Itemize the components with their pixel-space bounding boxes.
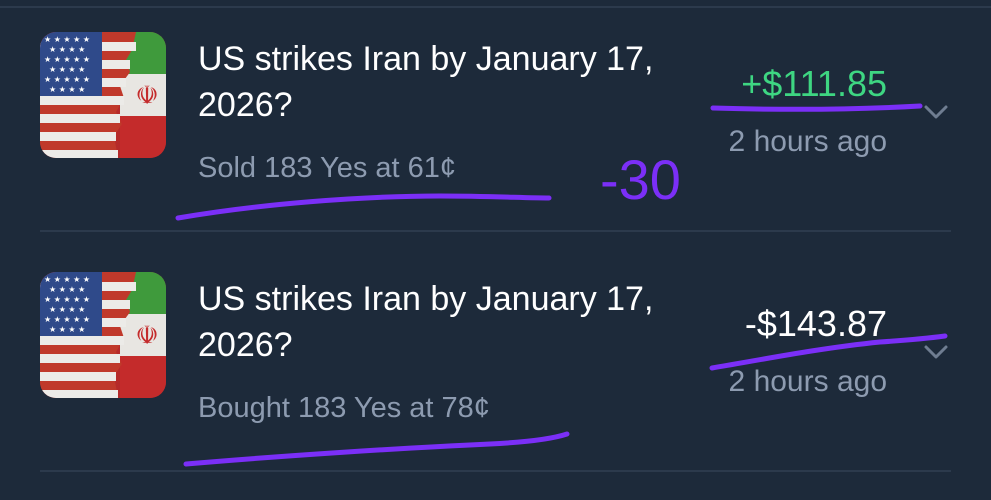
trade-time: 2 hours ago <box>728 365 887 398</box>
svg-text:★ ★ ★ ★: ★ ★ ★ ★ <box>49 65 85 74</box>
handwritten-note: -30 <box>600 148 681 211</box>
market-title: US strikes Iran by January 17, 2026? <box>198 40 654 124</box>
svg-text:★ ★ ★ ★: ★ ★ ★ ★ <box>49 325 85 334</box>
row-divider <box>40 230 951 232</box>
row-divider <box>40 470 951 472</box>
market-title: US strikes Iran by January 17, 2026? <box>198 280 654 364</box>
chevron-down-icon[interactable] <box>920 336 952 368</box>
trade-amount: +$111.85 <box>741 63 887 104</box>
chevron-down-icon[interactable] <box>920 96 952 128</box>
svg-text:★ ★ ★ ★ ★: ★ ★ ★ ★ ★ <box>44 75 90 84</box>
svg-text:★ ★ ★ ★ ★: ★ ★ ★ ★ ★ <box>44 35 90 44</box>
svg-text:☫: ☫ <box>135 81 158 111</box>
trade-detail: Sold 183 Yes at 61¢ <box>198 152 457 184</box>
trade-detail: Bought 183 Yes at 78¢ <box>198 392 490 424</box>
svg-text:★ ★ ★ ★ ★: ★ ★ ★ ★ ★ <box>44 295 90 304</box>
svg-text:★ ★ ★ ★: ★ ★ ★ ★ <box>49 305 85 314</box>
trade-amount: -$143.87 <box>744 303 887 344</box>
trade-row-2[interactable]: ☫ ★ ★ ★ ★ ★ ★ ★ ★ ★ ★ ★ ★ ★ ★ ★ ★ ★ ★ ★ … <box>0 240 991 470</box>
svg-text:★ ★ ★ ★: ★ ★ ★ ★ <box>49 45 85 54</box>
us-iran-flag-icon: ☫ ★ ★ ★ ★ ★ ★ ★ ★ ★ ★ ★ ★ ★ ★ ★ ★ ★ ★ ★ … <box>40 272 166 398</box>
svg-text:★ ★ ★ ★ ★: ★ ★ ★ ★ ★ <box>44 275 90 284</box>
svg-text:★ ★ ★ ★: ★ ★ ★ ★ <box>49 285 85 294</box>
svg-text:★ ★ ★ ★ ★: ★ ★ ★ ★ ★ <box>44 315 90 324</box>
svg-text:☫: ☫ <box>135 321 158 351</box>
svg-text:★ ★ ★ ★: ★ ★ ★ ★ <box>49 85 85 94</box>
svg-text:★ ★ ★ ★ ★: ★ ★ ★ ★ ★ <box>44 55 90 64</box>
us-iran-flag-icon: ☫ ★ ★ ★ ★ ★ ★ ★ ★ ★ ★ ★ ★ ★ ★ ★ ★ ★ ★ ★ … <box>40 32 166 158</box>
trade-time: 2 hours ago <box>728 125 887 158</box>
trade-row-1[interactable]: ☫ ★ ★ ★ ★ ★ ★ ★ ★ ★ ★ ★ ★ ★ ★ ★ ★ ★ ★ ★ … <box>0 0 991 230</box>
